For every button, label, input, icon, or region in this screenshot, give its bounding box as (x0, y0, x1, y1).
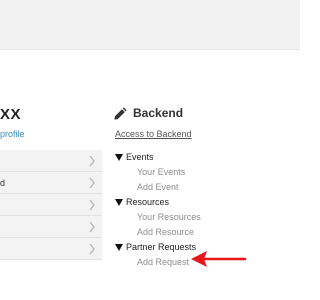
left-menu-item[interactable] (0, 216, 102, 238)
chevron-right-icon (89, 177, 95, 189)
your-resources-link[interactable]: Your Resources (115, 211, 295, 224)
left-menu-item[interactable] (0, 194, 102, 216)
section-label: Resources (126, 197, 170, 207)
section-label: Partner Requests (126, 242, 197, 252)
top-bar (0, 0, 300, 50)
chevron-right-icon (89, 221, 95, 233)
section-label: Events (126, 152, 154, 162)
user-name: XX (0, 106, 22, 123)
backend-heading: Backend (113, 104, 183, 122)
left-menu-item[interactable] (0, 150, 102, 172)
chevron-right-icon (89, 199, 95, 211)
triangle-down-icon (115, 244, 123, 251)
chevron-right-icon (89, 243, 95, 255)
section-toggle-events[interactable]: Events (115, 151, 295, 164)
left-menu: d (0, 150, 102, 260)
section-toggle-resources[interactable]: Resources (115, 196, 295, 209)
profile-link[interactable]: profile (0, 129, 25, 139)
your-events-link[interactable]: Your Events (115, 166, 295, 179)
left-menu-item[interactable] (0, 238, 102, 260)
triangle-down-icon (115, 199, 123, 206)
left-menu-item-label: d (0, 178, 6, 188)
access-backend-link[interactable]: Access to Backend (115, 129, 192, 139)
left-menu-item[interactable]: d (0, 172, 102, 194)
left-arrow-icon (191, 251, 247, 267)
pencil-icon (114, 106, 127, 120)
add-event-link[interactable]: Add Event (115, 181, 295, 194)
triangle-down-icon (115, 154, 123, 161)
backend-title: Backend (133, 106, 184, 120)
chevron-right-icon (89, 155, 95, 167)
add-resource-link[interactable]: Add Resource (115, 226, 295, 239)
